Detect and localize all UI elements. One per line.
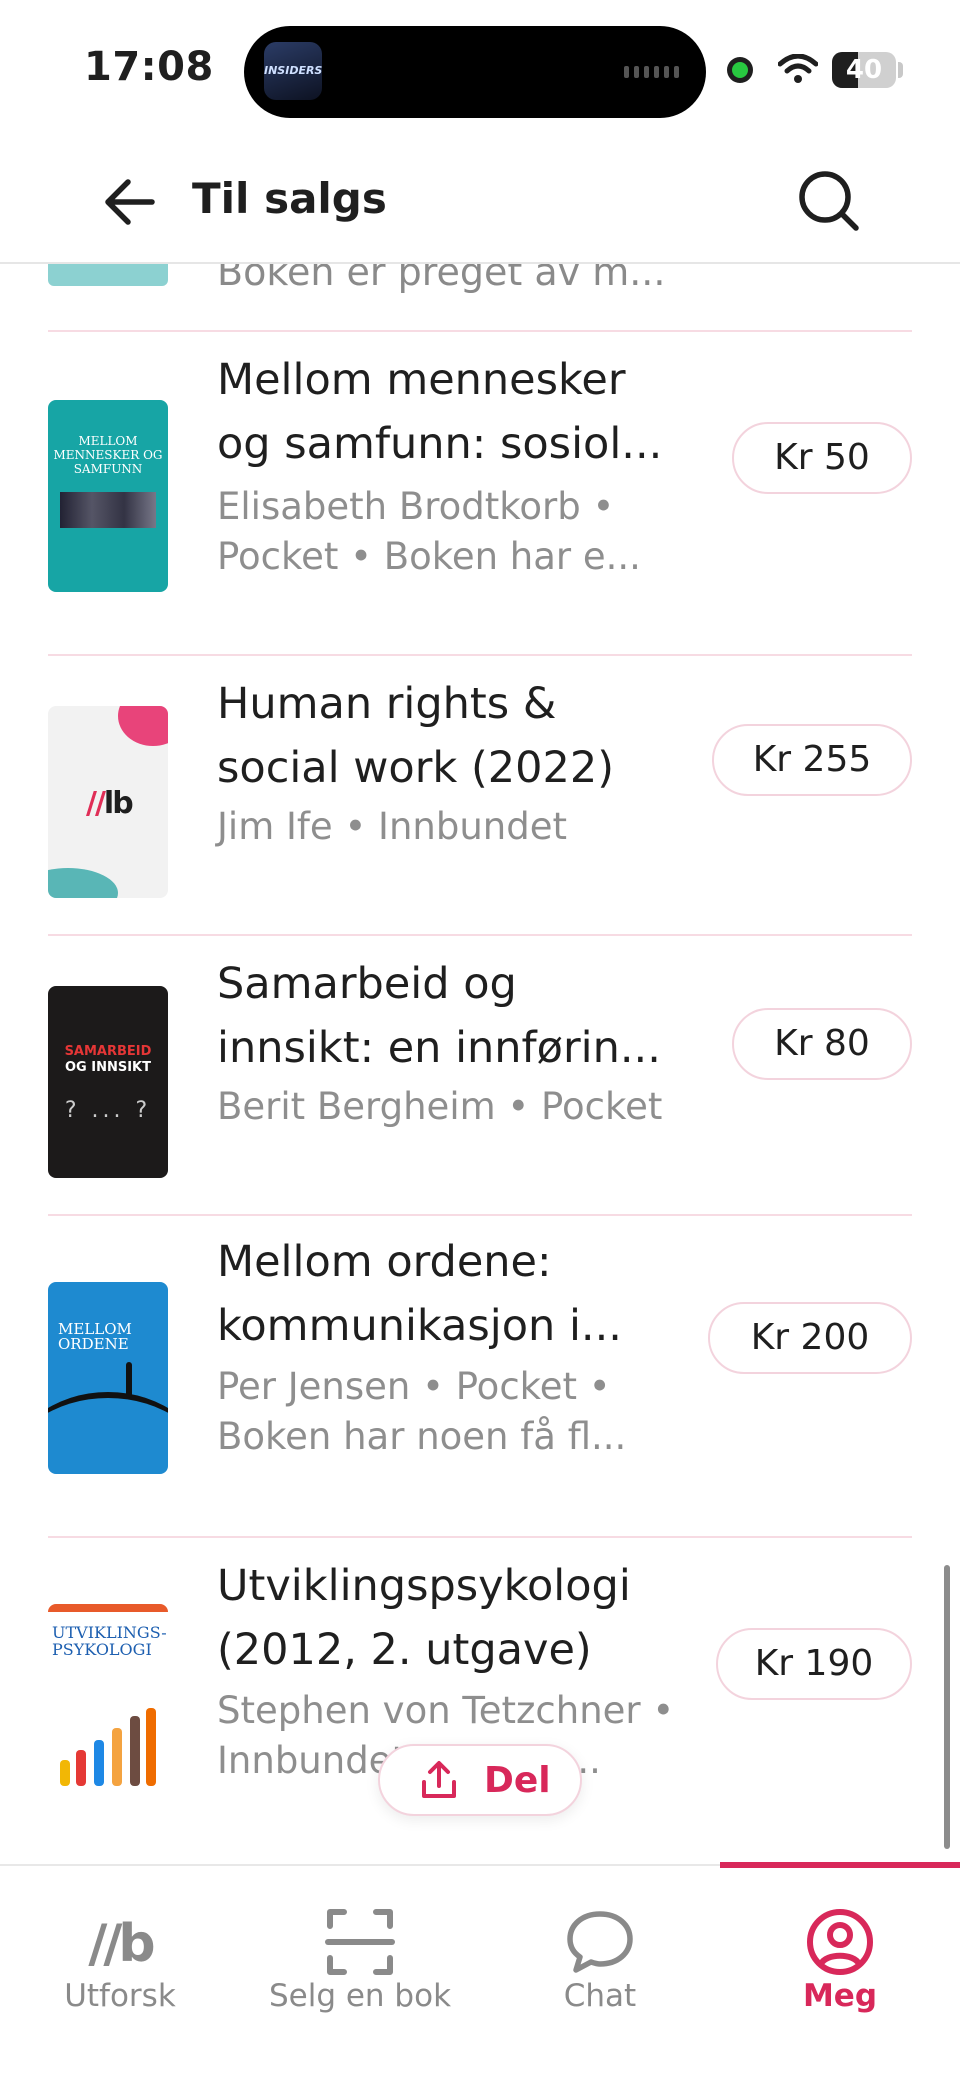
cover-arc (48, 1392, 168, 1474)
book-title: Mellom ordene: kommunikasjon i... (217, 1237, 622, 1351)
book-cover: MELLOM ORDENE (48, 1282, 168, 1474)
wifi-icon (778, 54, 818, 83)
price-badge[interactable]: Kr 190 (716, 1628, 912, 1700)
list-item[interactable]: MELLOM MENNESKER OG SAMFUNN Mellom menne… (0, 332, 960, 592)
status-bar: 17:08 INSIDERS 40 (0, 0, 960, 130)
book-meta: Jim Ife • Innbundet (217, 805, 568, 848)
price-badge[interactable]: Kr 255 (712, 724, 912, 796)
battery-tip (898, 62, 903, 78)
battery-percentage: 40 (845, 55, 883, 85)
profile-icon (807, 1909, 873, 1975)
price-badge[interactable]: Kr 200 (708, 1302, 912, 1374)
list-item-partial[interactable]: Boken er preget av m... (0, 264, 960, 332)
price-badge[interactable]: Kr 80 (732, 1008, 912, 1080)
book-cover (48, 264, 168, 286)
cover-logo: //lb (86, 786, 134, 821)
chat-bubble-icon (567, 1911, 633, 1973)
tab-chat[interactable]: Chat (480, 1866, 720, 2066)
tab-selg-en-bok[interactable]: Selg en bok (240, 1866, 480, 2066)
cover-illustration (60, 1708, 156, 1786)
search-icon[interactable] (794, 166, 864, 236)
tab-label: Meg (802, 1978, 878, 2014)
book-cover: UTVIKLINGS-PSYKOLOGI (48, 1604, 168, 1796)
dynamic-island[interactable]: INSIDERS (244, 26, 706, 118)
cover-title: UTVIKLINGS-PSYKOLOGI (52, 1623, 167, 1659)
tab-meg[interactable]: Meg (720, 1866, 960, 2066)
battery-icon: 40 (832, 52, 896, 88)
page-title: Til salgs (192, 174, 387, 223)
share-label: Del (484, 1760, 551, 1801)
app-header: Til salgs (0, 130, 960, 264)
audio-waveform-icon (624, 66, 680, 78)
cover-title: SAMARBEID (64, 1044, 152, 1059)
tab-label: Selg en bok (268, 1978, 452, 2014)
back-arrow-icon[interactable] (100, 172, 160, 232)
list-item[interactable]: SAMARBEID OG INNSIKT ? ... ? Samarbeid o… (0, 936, 960, 1214)
tab-label: Chat (563, 1978, 637, 2014)
scrollbar[interactable] (944, 1565, 950, 1849)
book-cover: SAMARBEID OG INNSIKT ? ... ? (48, 986, 168, 1178)
island-app-thumbnail: INSIDERS (264, 42, 322, 100)
cover-title: MELLOM MENNESKER OG SAMFUNN (53, 434, 163, 476)
list-item[interactable]: //lb Human rights & social work (2022) J… (0, 656, 960, 934)
book-title: Human rights & social work (2022) (217, 679, 614, 793)
cover-photo (60, 492, 156, 528)
book-meta: Boken er preget av m... (217, 264, 666, 294)
book-cover: //lb (48, 706, 168, 898)
book-title: Mellom mennesker og samfunn: sosiol... (217, 355, 663, 469)
scan-icon (325, 1909, 395, 1975)
book-title: Samarbeid og innsikt: en innførin... (217, 959, 661, 1073)
list-item[interactable]: MELLOM ORDENE Mellom ordene: kommunikasj… (0, 1216, 960, 1536)
book-title: Utviklingspsykologi (2012, 2. utgave) (217, 1561, 631, 1675)
cover-subtitle: OG INNSIKT (65, 1060, 151, 1075)
cover-marks: ? ... ? (64, 1098, 152, 1123)
book-meta: Per Jensen • Pocket • Boken har noen få … (217, 1365, 627, 1458)
book-meta: Elisabeth Brodtkorb • Pocket • Boken har… (217, 485, 641, 578)
status-time: 17:08 (84, 44, 214, 90)
share-icon (422, 1761, 456, 1798)
book-meta: Berit Bergheim • Pocket (217, 1085, 663, 1128)
cover-stripe (48, 1604, 168, 1612)
tab-label: Utforsk (64, 1978, 176, 2014)
cover-decoration (48, 868, 118, 898)
camera-indicator-icon (727, 57, 753, 83)
cover-decoration (118, 706, 168, 746)
listing-list[interactable]: Boken er preget av m... MELLOM MENNESKER… (0, 264, 960, 1864)
lb-logo-icon: //b (88, 1914, 155, 1974)
tab-bar: //b Utforsk Selg en bok Chat Meg (0, 1862, 960, 2079)
tab-utforsk[interactable]: //b Utforsk (0, 1866, 240, 2066)
book-cover: MELLOM MENNESKER OG SAMFUNN (48, 400, 168, 592)
cover-title: MELLOM ORDENE (58, 1320, 132, 1353)
cover-figure (126, 1362, 132, 1398)
price-badge[interactable]: Kr 50 (732, 422, 912, 494)
share-button[interactable]: Del (378, 1744, 582, 1816)
